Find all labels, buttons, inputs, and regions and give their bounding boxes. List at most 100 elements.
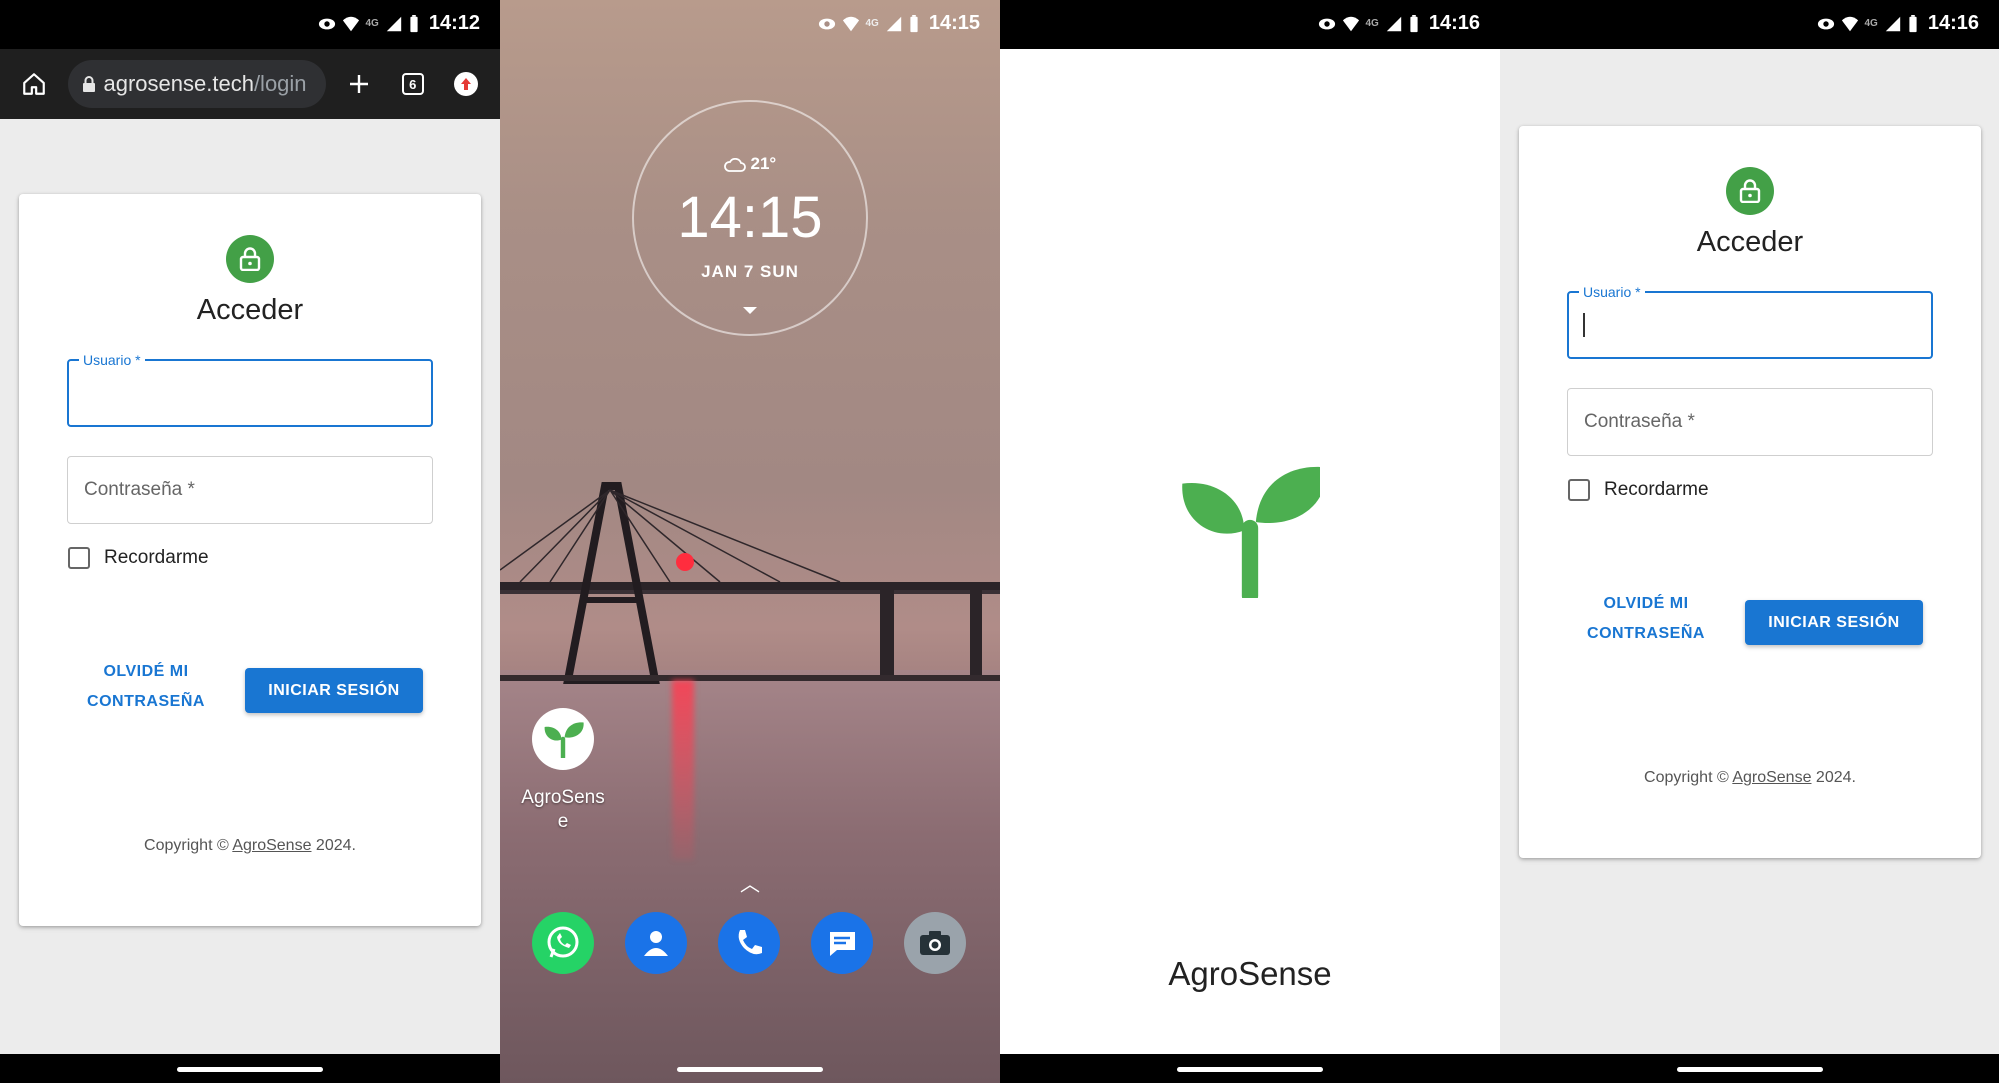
expand-arrow-icon[interactable] — [743, 307, 757, 314]
lock-avatar — [226, 235, 274, 283]
status-bar: 4G 14:12 — [0, 0, 500, 49]
home-screen: 4G 14:15 21° 14:15 JAN 7 SUN AgroSens e … — [500, 0, 1000, 1083]
cloud-icon — [723, 157, 746, 172]
browser-login-screen: 4G 14:12 agrosense.tech/login 6 Acceder … — [0, 0, 500, 1083]
tab-count: 6 — [401, 73, 424, 95]
eye-icon — [818, 18, 835, 29]
copyright-suffix: 2024. — [1811, 769, 1856, 786]
status-time: 14:12 — [428, 12, 480, 34]
battery-icon — [910, 14, 918, 32]
signal-icon — [386, 16, 402, 31]
contacts-icon[interactable] — [625, 912, 687, 974]
agrosense-app-label[interactable]: AgroSens e — [503, 786, 623, 834]
home-gesture-handle[interactable] — [177, 1067, 323, 1072]
username-label: Usuario * — [79, 352, 145, 368]
remember-row[interactable]: Recordarme — [68, 547, 209, 569]
forgot-line-2: CONTRASEÑA — [1587, 625, 1705, 642]
home-gesture-handle[interactable] — [1676, 1067, 1823, 1072]
messages-icon[interactable] — [811, 912, 873, 974]
temperature: 21° — [750, 154, 777, 173]
remember-checkbox[interactable] — [68, 547, 90, 569]
tab-switcher-button[interactable]: 6 — [393, 64, 433, 104]
remember-row[interactable]: Recordarme — [1568, 479, 1709, 501]
signin-button[interactable]: INICIAR SESIÓN — [1745, 600, 1923, 645]
copyright-prefix: Copyright © — [144, 837, 233, 854]
clock-time: 14:15 — [677, 185, 823, 250]
battery-icon — [1909, 14, 1917, 32]
weather-readout: 21° — [634, 154, 866, 174]
password-placeholder: Contraseña * — [1584, 411, 1695, 432]
battery-icon — [1410, 14, 1418, 32]
navigation-bar — [0, 1054, 500, 1083]
agrosense-link[interactable]: AgroSense — [1732, 769, 1811, 786]
screenshot-collage: 4G 14:12 agrosense.tech/login 6 Acceder … — [0, 0, 1999, 1083]
url-host: agrosense.tech — [103, 71, 254, 96]
new-tab-button[interactable] — [340, 64, 380, 104]
login-card: Acceder Usuario * Contraseña * Recordarm… — [19, 194, 481, 926]
wifi-icon — [1342, 16, 1359, 31]
camera-icon[interactable] — [904, 912, 966, 974]
wifi-icon — [842, 16, 859, 31]
address-bar[interactable]: agrosense.tech/login — [67, 60, 326, 108]
wifi-icon — [1841, 16, 1858, 31]
app-name: AgroSense — [1168, 955, 1332, 992]
signal-icon — [1885, 16, 1901, 31]
agrosense-app-icon[interactable] — [532, 708, 594, 770]
bridge-silhouette — [500, 482, 1000, 684]
page-title: Acceder — [1696, 226, 1804, 258]
lock-icon — [1739, 179, 1761, 203]
home-button[interactable] — [14, 64, 54, 104]
remember-label: Recordarme — [104, 547, 209, 568]
status-time: 14:15 — [928, 12, 980, 34]
lock-avatar — [1726, 167, 1774, 215]
network-type: 4G — [1864, 18, 1878, 29]
signal-icon — [1386, 16, 1402, 31]
remember-checkbox[interactable] — [1568, 479, 1590, 501]
username-field[interactable]: Usuario * — [1567, 284, 1933, 359]
lock-icon — [82, 76, 95, 92]
update-button[interactable] — [447, 64, 487, 104]
home-gesture-handle[interactable] — [677, 1067, 823, 1072]
status-time: 14:16 — [1428, 12, 1480, 34]
username-label: Usuario * — [1579, 284, 1645, 300]
password-placeholder: Contraseña * — [84, 479, 195, 500]
agrosense-link[interactable]: AgroSense — [232, 837, 311, 854]
signal-icon — [886, 16, 902, 31]
forgot-password-link[interactable]: OLVIDÉ MI CONTRASEÑA — [1581, 589, 1711, 649]
eye-icon — [1318, 18, 1335, 29]
copyright: Copyright © AgroSense 2024. — [1519, 769, 1981, 787]
splash-screen: 4G 14:16 AgroSense — [1000, 0, 1500, 1083]
lock-icon — [239, 247, 261, 271]
status-bar: 4G 14:16 — [1000, 0, 1500, 49]
home-gesture-handle[interactable] — [1177, 1067, 1323, 1072]
wifi-icon — [342, 16, 359, 31]
forgot-line-1: OLVIDÉ MI — [103, 663, 189, 680]
username-field[interactable]: Usuario * — [67, 352, 433, 427]
status-time: 14:16 — [1927, 12, 1979, 34]
whatsapp-icon[interactable] — [532, 912, 594, 974]
phone-icon[interactable] — [718, 912, 780, 974]
clock-widget[interactable]: 21° 14:15 JAN 7 SUN — [632, 100, 868, 336]
password-field[interactable]: Contraseña * — [67, 456, 433, 524]
home-icon — [22, 73, 45, 95]
network-type: 4G — [865, 18, 879, 29]
battery-icon — [410, 14, 418, 32]
copyright-suffix: 2024. — [311, 837, 356, 854]
url-path: /login — [253, 71, 307, 96]
navigation-bar — [1000, 1054, 1500, 1083]
login-card: Acceder Usuario * Contraseña * Recordarm… — [1519, 126, 1981, 858]
network-type: 4G — [1365, 18, 1379, 29]
sprout-icon — [544, 722, 584, 758]
app-label-line-2: e — [557, 811, 569, 832]
forgot-line-1: OLVIDÉ MI — [1603, 595, 1689, 612]
status-bar: 4G 14:15 — [500, 0, 1000, 49]
app-login-screen: 4G 14:16 Acceder Usuario * Contraseña * … — [1500, 0, 1999, 1083]
password-field[interactable]: Contraseña * — [1567, 388, 1933, 456]
app-drawer-chevron-icon[interactable]: ︿ — [740, 868, 760, 897]
copyright: Copyright © AgroSense 2024. — [19, 837, 481, 855]
update-icon — [454, 72, 479, 96]
forgot-password-link[interactable]: OLVIDÉ MI CONTRASEÑA — [81, 657, 211, 717]
clock-date: JAN 7 SUN — [701, 262, 799, 281]
signin-button[interactable]: INICIAR SESIÓN — [245, 668, 423, 713]
eye-icon — [318, 18, 335, 29]
